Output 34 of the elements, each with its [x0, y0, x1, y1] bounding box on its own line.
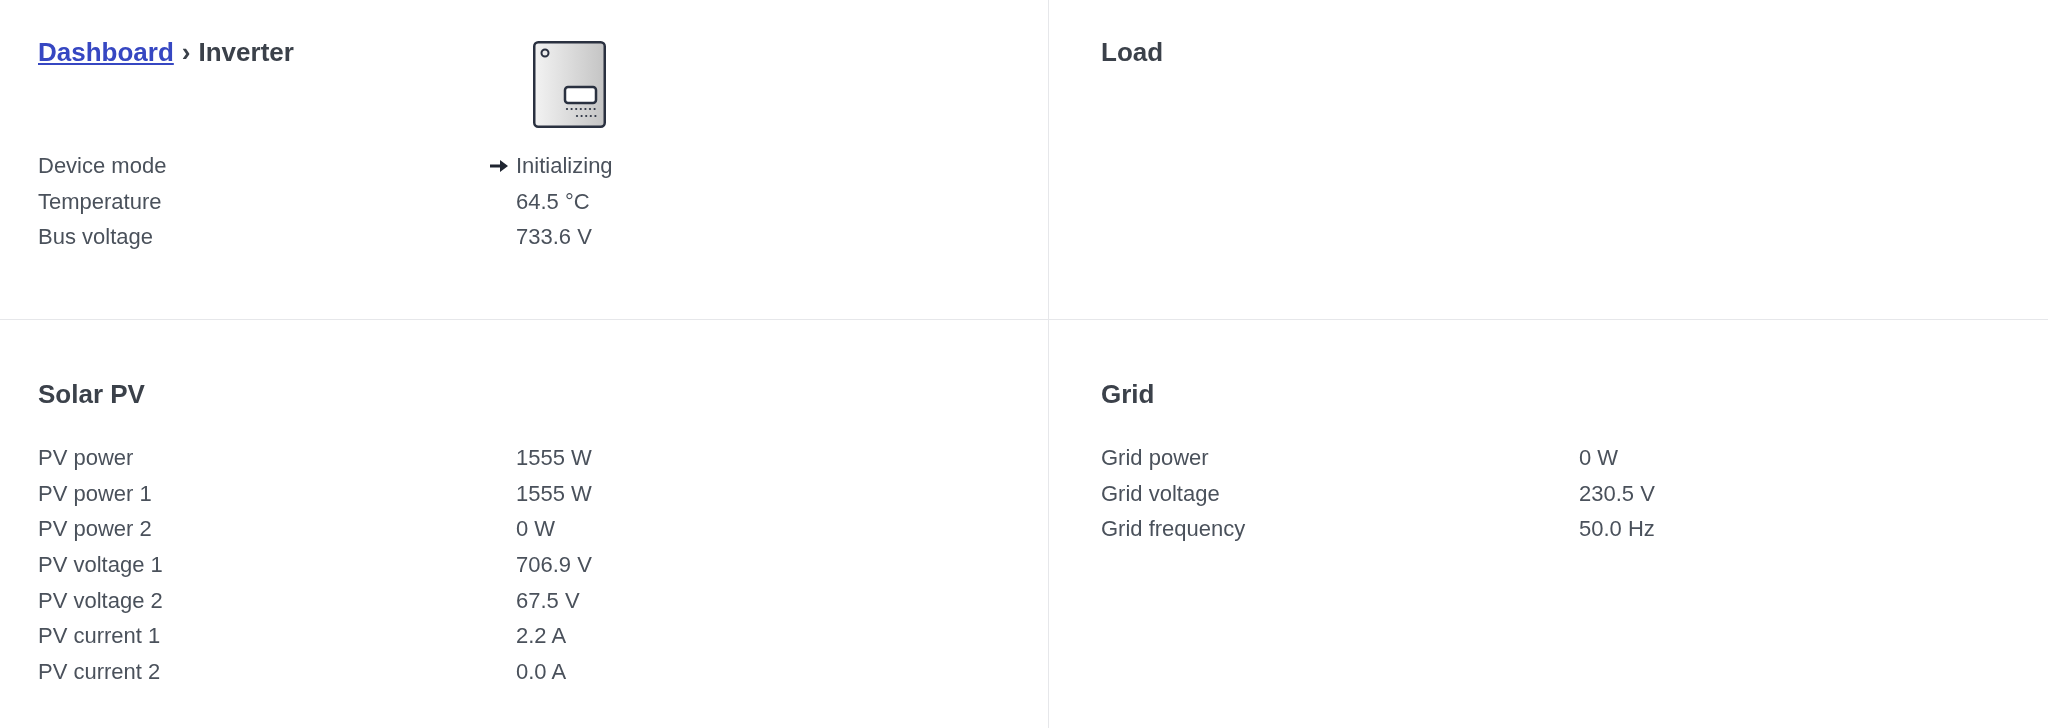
metric-value: 50.0 Hz: [1579, 515, 1655, 544]
metric-value: 1555 W: [516, 479, 592, 508]
metric-label: Device mode: [38, 151, 168, 180]
breadcrumb-separator: ›: [181, 36, 191, 68]
metric-label: Grid voltage: [1101, 479, 1221, 508]
metric-value: 0 W: [516, 515, 556, 544]
metric-value: 230.5 V: [1579, 479, 1655, 508]
metric-label: PV voltage 1: [38, 550, 164, 579]
metric-value: 0 W: [1579, 443, 1619, 472]
metric-value: 2.2 A: [516, 622, 567, 651]
arrow-right-icon: [490, 158, 508, 173]
metric-label: PV voltage 2: [38, 586, 164, 615]
metric-label: Temperature: [38, 187, 163, 216]
metric-label: PV power 1: [38, 479, 153, 508]
metric-value: 1555 W: [516, 443, 592, 472]
page-title: Inverter: [198, 36, 294, 68]
section-title: Solar PV: [38, 378, 145, 410]
metric-label: Grid power: [1101, 443, 1210, 472]
section-title: Grid: [1101, 378, 1155, 410]
section-title: Load: [1101, 36, 1164, 68]
metric-value: 0.0 A: [516, 657, 567, 686]
metric-value: 67.5 V: [516, 586, 580, 615]
metric-label: Bus voltage: [38, 223, 154, 252]
breadcrumb-link[interactable]: Dashboard: [38, 36, 174, 68]
inverter-icon: [533, 41, 606, 128]
metric-label: PV power 2: [38, 515, 153, 544]
metric-value: 64.5 °C: [516, 187, 590, 216]
metric-value: 733.6 V: [516, 223, 592, 252]
metric-label: PV current 1: [38, 622, 162, 651]
metric-label: PV current 2: [38, 657, 162, 686]
metric-value: 706.9 V: [516, 550, 592, 579]
metric-label: PV power: [38, 443, 135, 472]
metric-value: Initializing: [516, 151, 613, 180]
metric-label: Grid frequency: [1101, 515, 1247, 544]
